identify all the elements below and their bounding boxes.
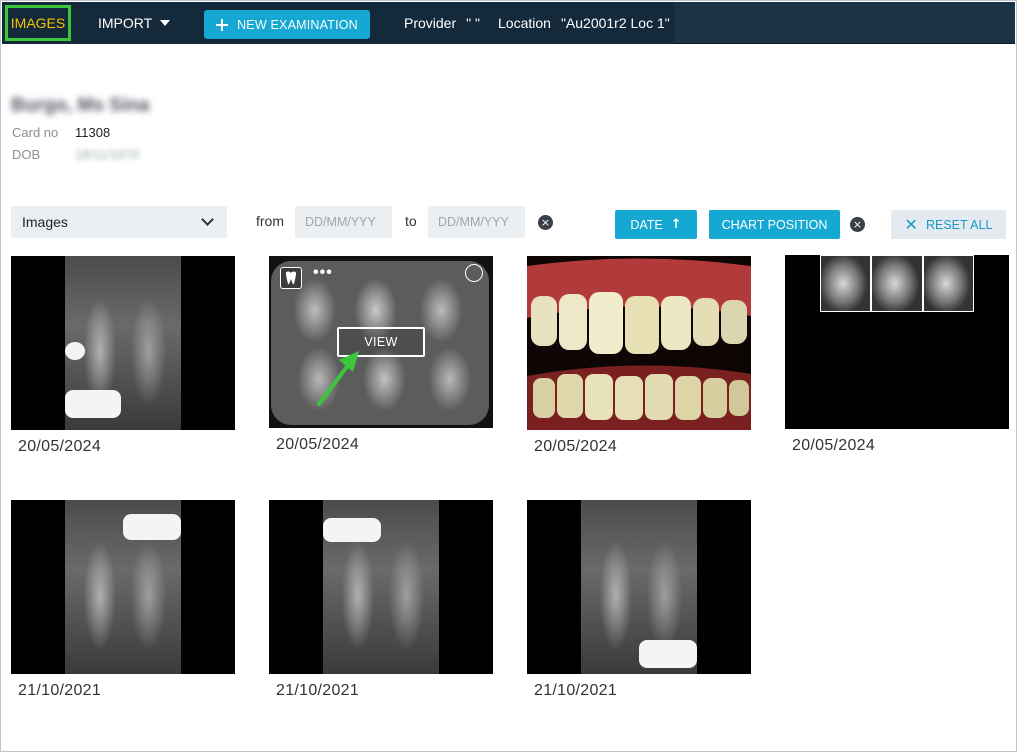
xray-sensor-marker: [65, 390, 121, 418]
image-date: 20/05/2024: [534, 438, 618, 455]
location-label: Location: [498, 15, 551, 31]
image-date: 21/10/2021: [276, 682, 360, 699]
image-card[interactable]: ••• VIEW 20/05/2024: [269, 256, 493, 454]
image-date: 20/05/2024: [276, 436, 360, 453]
image-type-value: Images: [22, 214, 68, 230]
image-date: 21/10/2021: [18, 682, 102, 699]
xray-filling-marker: [65, 342, 85, 360]
image-thumbnail[interactable]: [527, 500, 751, 674]
navbar-background-right: [674, 2, 1015, 44]
top-navbar: IMAGES IMPORT NEW EXAMINATION Provider "…: [2, 2, 1015, 44]
green-arrow-icon: [317, 351, 359, 406]
provider-label: Provider: [404, 15, 457, 31]
image-card[interactable]: 21/10/2021: [527, 500, 751, 700]
card-no-value: 11308: [75, 125, 111, 140]
intraoral-photo-image: [527, 256, 751, 430]
image-date: 20/05/2024: [18, 438, 102, 455]
to-label: to: [405, 213, 417, 229]
image-card[interactable]: 21/10/2021: [11, 500, 235, 700]
chart-position-button[interactable]: CHART POSITION: [709, 210, 840, 239]
reset-all-button[interactable]: ✕ RESET ALL: [891, 210, 1006, 239]
image-card[interactable]: 20/05/2024: [11, 256, 235, 456]
dob-label: DOB: [12, 147, 41, 162]
arrow-up-icon: ↑: [670, 217, 682, 232]
close-icon: ✕: [904, 215, 918, 234]
image-thumbnail[interactable]: [269, 500, 493, 674]
plus-icon: [216, 18, 229, 31]
dob-value: 18/11/1970: [75, 147, 140, 162]
provider-info: Provider " ": [404, 2, 480, 44]
image-thumbnail[interactable]: [785, 255, 1009, 429]
import-label: IMPORT: [98, 15, 153, 31]
cephalometric-xray-image: [820, 255, 974, 312]
reset-all-label: RESET ALL: [925, 217, 993, 232]
xray-sensor-marker: [123, 514, 181, 540]
image-card[interactable]: 20/05/2024: [527, 256, 751, 456]
xray-sensor-marker: [639, 640, 697, 668]
image-date: 21/10/2021: [534, 682, 618, 699]
card-no-label: Card no: [12, 125, 59, 140]
image-card[interactable]: 20/05/2024: [785, 255, 1009, 455]
to-date-input[interactable]: DD/MM/YYY: [428, 206, 525, 238]
chart-position-label: CHART POSITION: [721, 217, 828, 232]
new-examination-button[interactable]: NEW EXAMINATION: [204, 10, 370, 39]
caret-down-icon: [160, 20, 171, 26]
sort-date-label: DATE: [630, 217, 663, 232]
xray-sensor-marker: [323, 518, 381, 542]
new-examination-label: NEW EXAMINATION: [237, 17, 358, 32]
provider-value: " ": [466, 15, 480, 31]
chevron-down-icon: [201, 213, 214, 226]
sort-date-button[interactable]: DATE ↑: [615, 210, 697, 239]
from-date-input[interactable]: DD/MM/YYY: [295, 206, 392, 238]
teeth-illustration: [527, 256, 751, 430]
image-thumbnail[interactable]: [11, 500, 235, 674]
patient-name: Burgo, Ms Sina: [11, 95, 150, 116]
import-menu[interactable]: IMPORT: [98, 2, 171, 44]
image-thumbnail[interactable]: [527, 256, 751, 430]
location-value: "Au2001r2 Loc 1": [560, 15, 670, 31]
image-type-select[interactable]: Images: [11, 206, 227, 238]
clear-chart-position-icon[interactable]: ×: [850, 217, 865, 232]
image-thumbnail[interactable]: [11, 256, 235, 430]
image-card[interactable]: 21/10/2021: [269, 500, 493, 700]
clear-dates-icon[interactable]: ×: [538, 215, 553, 230]
from-label: from: [256, 213, 284, 229]
image-date: 20/05/2024: [792, 437, 876, 454]
images-tab[interactable]: IMAGES: [5, 5, 71, 41]
location-info: Location "Au2001r2 Loc 1": [498, 2, 670, 44]
image-thumbnail[interactable]: ••• VIEW: [269, 256, 493, 428]
